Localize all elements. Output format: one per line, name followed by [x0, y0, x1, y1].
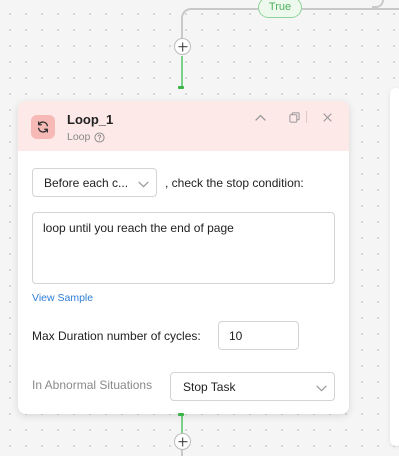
loop-icon [31, 115, 55, 139]
connection-port[interactable] [178, 86, 184, 89]
close-icon[interactable] [320, 110, 334, 124]
add-step-button[interactable] [174, 433, 191, 450]
abnormal-situations-select[interactable]: Stop Task [170, 372, 335, 401]
copy-icon[interactable] [287, 110, 301, 124]
connector-corner-right [372, 0, 384, 8]
abnormal-situations-value: Stop Task [183, 379, 236, 394]
node-title[interactable]: Loop_1 [67, 112, 113, 127]
max-duration-label: Max Duration number of cycles: [32, 329, 201, 343]
connection-port[interactable] [178, 413, 184, 416]
connector-line-active [181, 56, 183, 87]
node-type: Loop [67, 131, 105, 143]
node-type-label: Loop [67, 131, 91, 143]
stop-condition-textarea[interactable]: loop until you reach the end of page [32, 212, 335, 284]
connector-line-active [181, 413, 183, 435]
adjacent-node-card[interactable] [390, 88, 399, 446]
add-step-button[interactable] [174, 38, 191, 55]
stop-condition-label: , check the stop condition: [165, 176, 304, 190]
true-branch-label[interactable]: True [258, 0, 302, 18]
abnormal-situations-label: In Abnormal Situations [32, 378, 153, 392]
help-icon[interactable] [94, 131, 105, 143]
loop-node-card[interactable]: Loop_1 Loop Before each c... , check the… [18, 101, 349, 414]
connector-line [181, 19, 183, 39]
loop-timing-value: Before each c... [44, 175, 129, 190]
header-divider [306, 111, 307, 123]
loop-timing-select[interactable]: Before each c... [32, 168, 157, 197]
chevron-down-icon [138, 177, 149, 191]
chevron-up-icon[interactable] [253, 110, 267, 124]
node-header: Loop_1 Loop [18, 101, 349, 151]
view-sample-link[interactable]: View Sample [32, 292, 93, 304]
max-duration-input[interactable]: 10 [218, 321, 299, 350]
chevron-down-icon [316, 381, 327, 395]
